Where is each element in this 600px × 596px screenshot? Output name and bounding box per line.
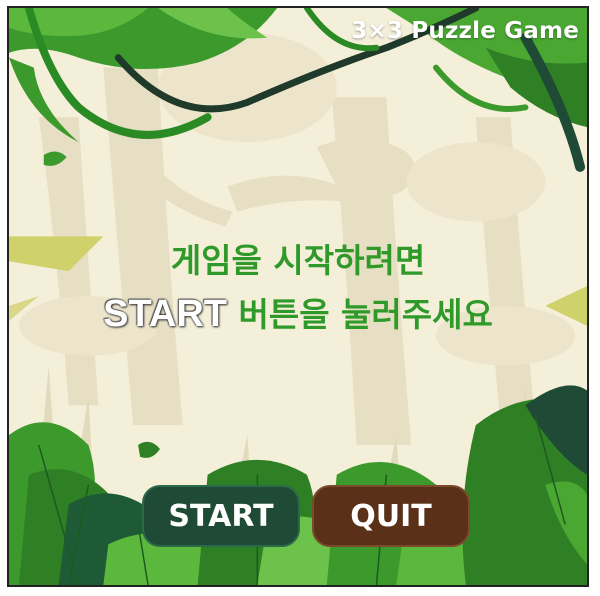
instruction-line-2: START 버튼을 눌러주세요 (9, 288, 587, 336)
instruction-line-2-rest: 버튼을 눌러주세요 (226, 295, 493, 334)
quit-button[interactable]: QUIT (312, 485, 470, 547)
instruction-line-1: 게임을 시작하려면 (170, 241, 426, 280)
game-title: 3×3 Puzzle Game (351, 18, 579, 44)
foreground-leaves (9, 385, 587, 585)
game-frame: 3×3 Puzzle Game 게임을 시작하려면 START 버튼을 눌러주세… (7, 6, 589, 587)
instruction-start-word: START (103, 293, 227, 335)
start-button[interactable]: START (142, 485, 300, 547)
